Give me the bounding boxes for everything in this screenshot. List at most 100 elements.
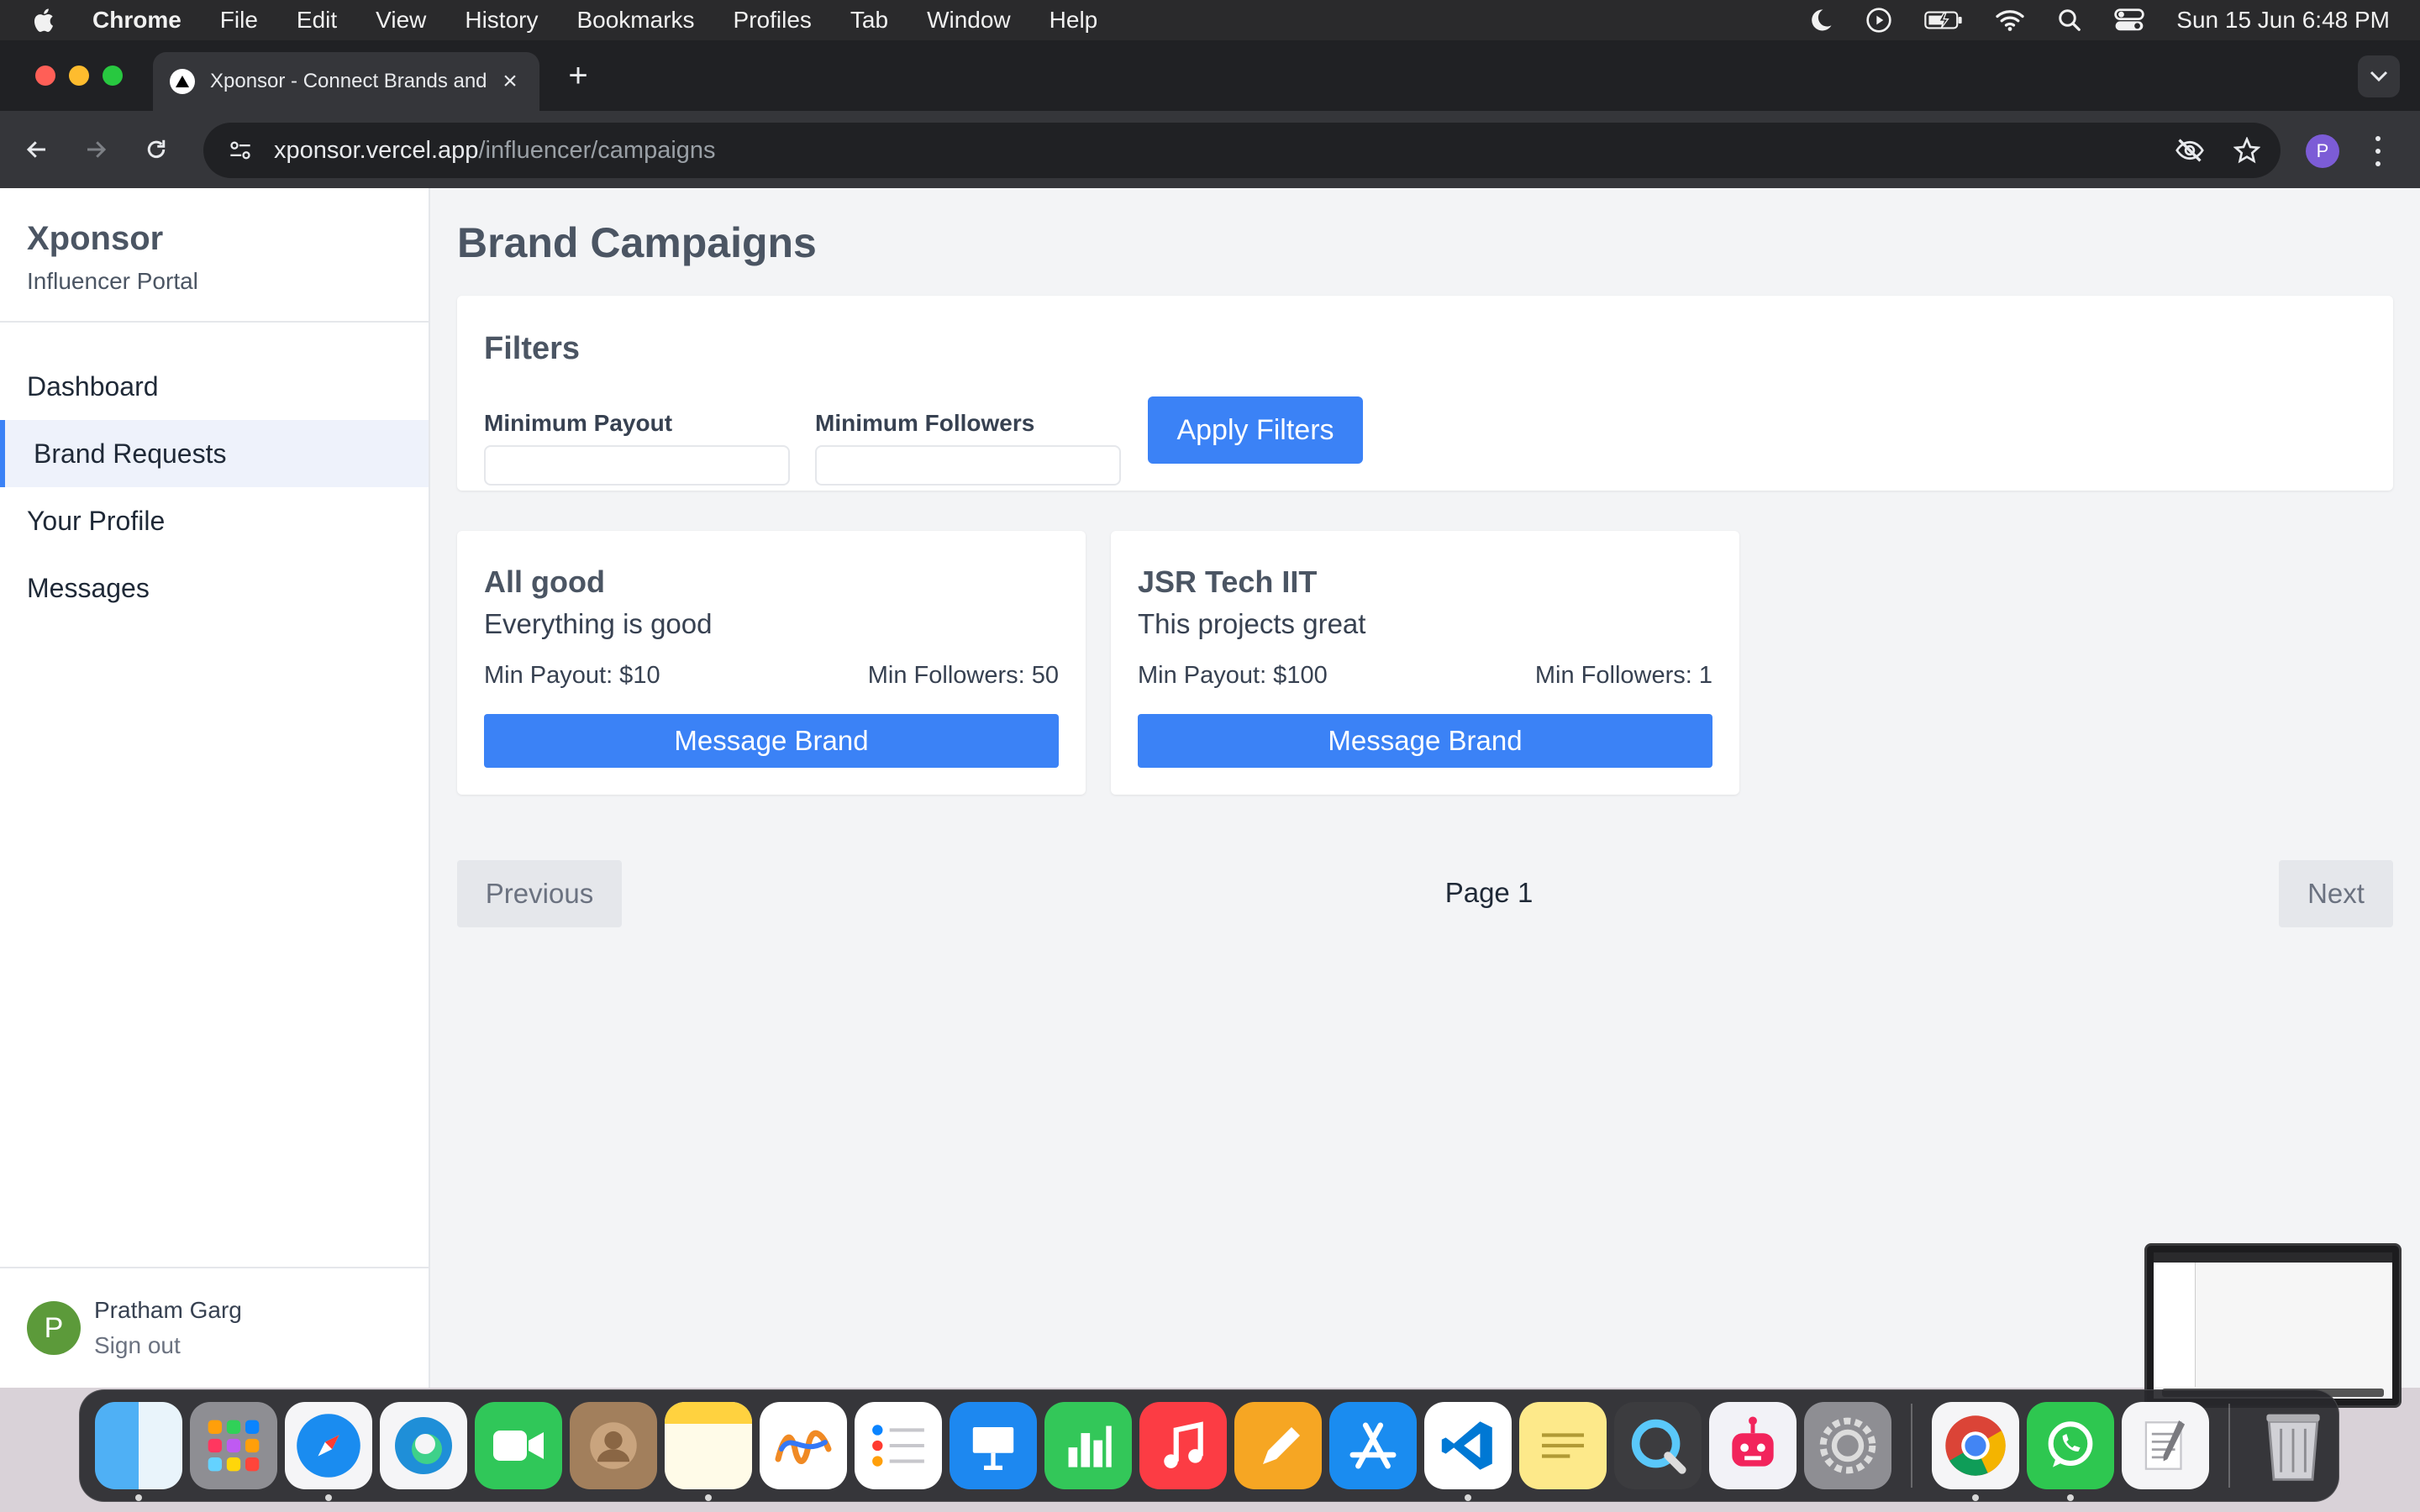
system-settings-icon[interactable]: [1804, 1402, 1891, 1489]
minimize-window-button[interactable]: [69, 66, 89, 86]
message-brand-button[interactable]: Message Brand: [484, 714, 1059, 768]
launchpad-icon[interactable]: [190, 1402, 277, 1489]
notes-icon[interactable]: [665, 1402, 752, 1501]
campaign-min-payout: Min Payout: $100: [1138, 662, 1328, 689]
menu-bookmarks[interactable]: Bookmarks: [576, 7, 694, 34]
trash-icon[interactable]: [2249, 1402, 2337, 1489]
whatsapp-icon[interactable]: [2027, 1402, 2114, 1501]
apple-icon[interactable]: [30, 7, 55, 34]
pages-icon[interactable]: [1234, 1402, 1322, 1489]
sign-out-link[interactable]: Sign out: [94, 1332, 242, 1359]
reload-button[interactable]: [138, 131, 175, 168]
menu-tab[interactable]: Tab: [850, 7, 888, 34]
min-payout-input[interactable]: [484, 445, 790, 486]
arrow-left-icon: [26, 141, 45, 158]
sidebar-nav: Dashboard Brand Requests Your Profile Me…: [0, 353, 429, 622]
web-page: Xponsor Influencer Portal Dashboard Bran…: [0, 188, 2420, 1408]
search-icon[interactable]: [2057, 8, 2082, 33]
edge-icon[interactable]: [380, 1402, 467, 1489]
campaign-title: All good: [484, 564, 605, 599]
stickies-icon[interactable]: [1519, 1402, 1607, 1489]
tab-search-button[interactable]: [2358, 55, 2400, 97]
vercel-favicon-icon: [170, 69, 195, 94]
freeform-icon[interactable]: [760, 1402, 847, 1489]
tab-close-icon[interactable]: ×: [497, 67, 523, 96]
control-center-icon[interactable]: [2114, 8, 2144, 33]
chrome-icon[interactable]: [1932, 1402, 2019, 1501]
chrome-menu-button[interactable]: [2368, 133, 2388, 170]
sidebar-item-messages[interactable]: Messages: [0, 554, 429, 622]
back-button[interactable]: [18, 131, 55, 168]
play-circle-icon[interactable]: [1865, 7, 1892, 34]
apply-filters-button[interactable]: Apply Filters: [1148, 396, 1363, 464]
forward-button[interactable]: [77, 131, 114, 168]
min-followers-input[interactable]: [815, 445, 1121, 486]
finder-icon[interactable]: [95, 1402, 182, 1501]
campaign-description: This projects great: [1138, 608, 1366, 639]
menu-view[interactable]: View: [376, 7, 426, 34]
site-settings-icon[interactable]: [224, 134, 257, 167]
music-icon[interactable]: [1139, 1402, 1227, 1489]
profile-avatar-button[interactable]: P: [2306, 134, 2339, 168]
min-followers-label: Minimum Followers: [815, 410, 1035, 436]
menu-window[interactable]: Window: [927, 7, 1011, 34]
reminders-icon[interactable]: [855, 1402, 942, 1489]
browser-toolbar: xponsor.vercel.app/influencer/campaigns …: [0, 111, 2420, 188]
page-indicator: Page 1: [1444, 877, 1534, 908]
campaign-card: All good Everything is good Min Payout: …: [457, 531, 1086, 795]
campaign-title: JSR Tech IIT: [1138, 564, 1318, 599]
menu-edit[interactable]: Edit: [297, 7, 337, 34]
campaign-description: Everything is good: [484, 608, 713, 639]
battery-icon[interactable]: [1924, 8, 1963, 32]
screenshot-thumbnail[interactable]: [2144, 1243, 2402, 1408]
zoom-window-button[interactable]: [103, 66, 123, 86]
close-window-button[interactable]: [35, 66, 55, 86]
browser-window: Xponsor - Connect Brands and × + xponsor…: [0, 40, 2420, 1408]
quicktime-icon[interactable]: [1614, 1402, 1702, 1489]
tab-title: Xponsor - Connect Brands and: [210, 70, 487, 92]
menu-file[interactable]: File: [220, 7, 258, 34]
user-panel: P Pratham Garg Sign out: [0, 1267, 429, 1388]
page-title: Brand Campaigns: [457, 219, 817, 266]
sidebar: Xponsor Influencer Portal Dashboard Bran…: [0, 188, 430, 1388]
brand-header: Xponsor Influencer Portal: [0, 188, 429, 323]
contacts-icon[interactable]: [570, 1402, 657, 1489]
dock-separator: [2228, 1404, 2230, 1488]
chevron-down-icon: [2370, 71, 2388, 82]
url-path: /influencer/campaigns: [478, 136, 716, 164]
previous-page-button[interactable]: Previous: [457, 860, 622, 927]
dock-separator: [1911, 1404, 1912, 1488]
sidebar-item-dashboard[interactable]: Dashboard: [0, 353, 429, 420]
eye-slash-icon[interactable]: [2175, 138, 2205, 163]
campaign-min-payout: Min Payout: $10: [484, 662, 660, 689]
vscode-icon[interactable]: [1424, 1402, 1512, 1501]
numbers-icon[interactable]: [1044, 1402, 1132, 1489]
menu-clock[interactable]: Sun 15 Jun 6:48 PM: [2176, 7, 2390, 34]
screenshot-preview-image: [2154, 1252, 2392, 1399]
textedit-icon[interactable]: [2122, 1402, 2209, 1489]
next-page-button[interactable]: Next: [2279, 860, 2393, 927]
wifi-icon[interactable]: [1995, 8, 2025, 32]
address-bar[interactable]: xponsor.vercel.app/influencer/campaigns: [203, 123, 2281, 178]
menu-app-name[interactable]: Chrome: [92, 7, 182, 34]
menu-help[interactable]: Help: [1050, 7, 1098, 34]
campaign-card: JSR Tech IIT This projects great Min Pay…: [1111, 531, 1739, 795]
app-store-icon[interactable]: [1329, 1402, 1417, 1489]
safari-icon[interactable]: [285, 1402, 372, 1501]
campaign-min-followers: Min Followers: 1: [1534, 662, 1712, 689]
sidebar-item-brand-requests[interactable]: Brand Requests: [0, 420, 429, 487]
star-icon[interactable]: [2233, 137, 2260, 164]
facetime-icon[interactable]: [475, 1402, 562, 1489]
menu-profiles[interactable]: Profiles: [734, 7, 812, 34]
new-tab-button[interactable]: +: [563, 59, 593, 92]
moon-icon[interactable]: [1808, 8, 1833, 33]
tab-xponsor[interactable]: Xponsor - Connect Brands and ×: [153, 52, 539, 111]
brand-name: Xponsor: [27, 220, 164, 257]
campaign-min-followers: Min Followers: 50: [867, 662, 1059, 689]
robot-app-icon[interactable]: [1709, 1402, 1797, 1489]
min-payout-label: Minimum Payout: [484, 410, 673, 436]
menu-history[interactable]: History: [465, 7, 538, 34]
keynote-icon[interactable]: [950, 1402, 1037, 1489]
sidebar-item-your-profile[interactable]: Your Profile: [0, 487, 429, 554]
message-brand-button[interactable]: Message Brand: [1138, 714, 1712, 768]
